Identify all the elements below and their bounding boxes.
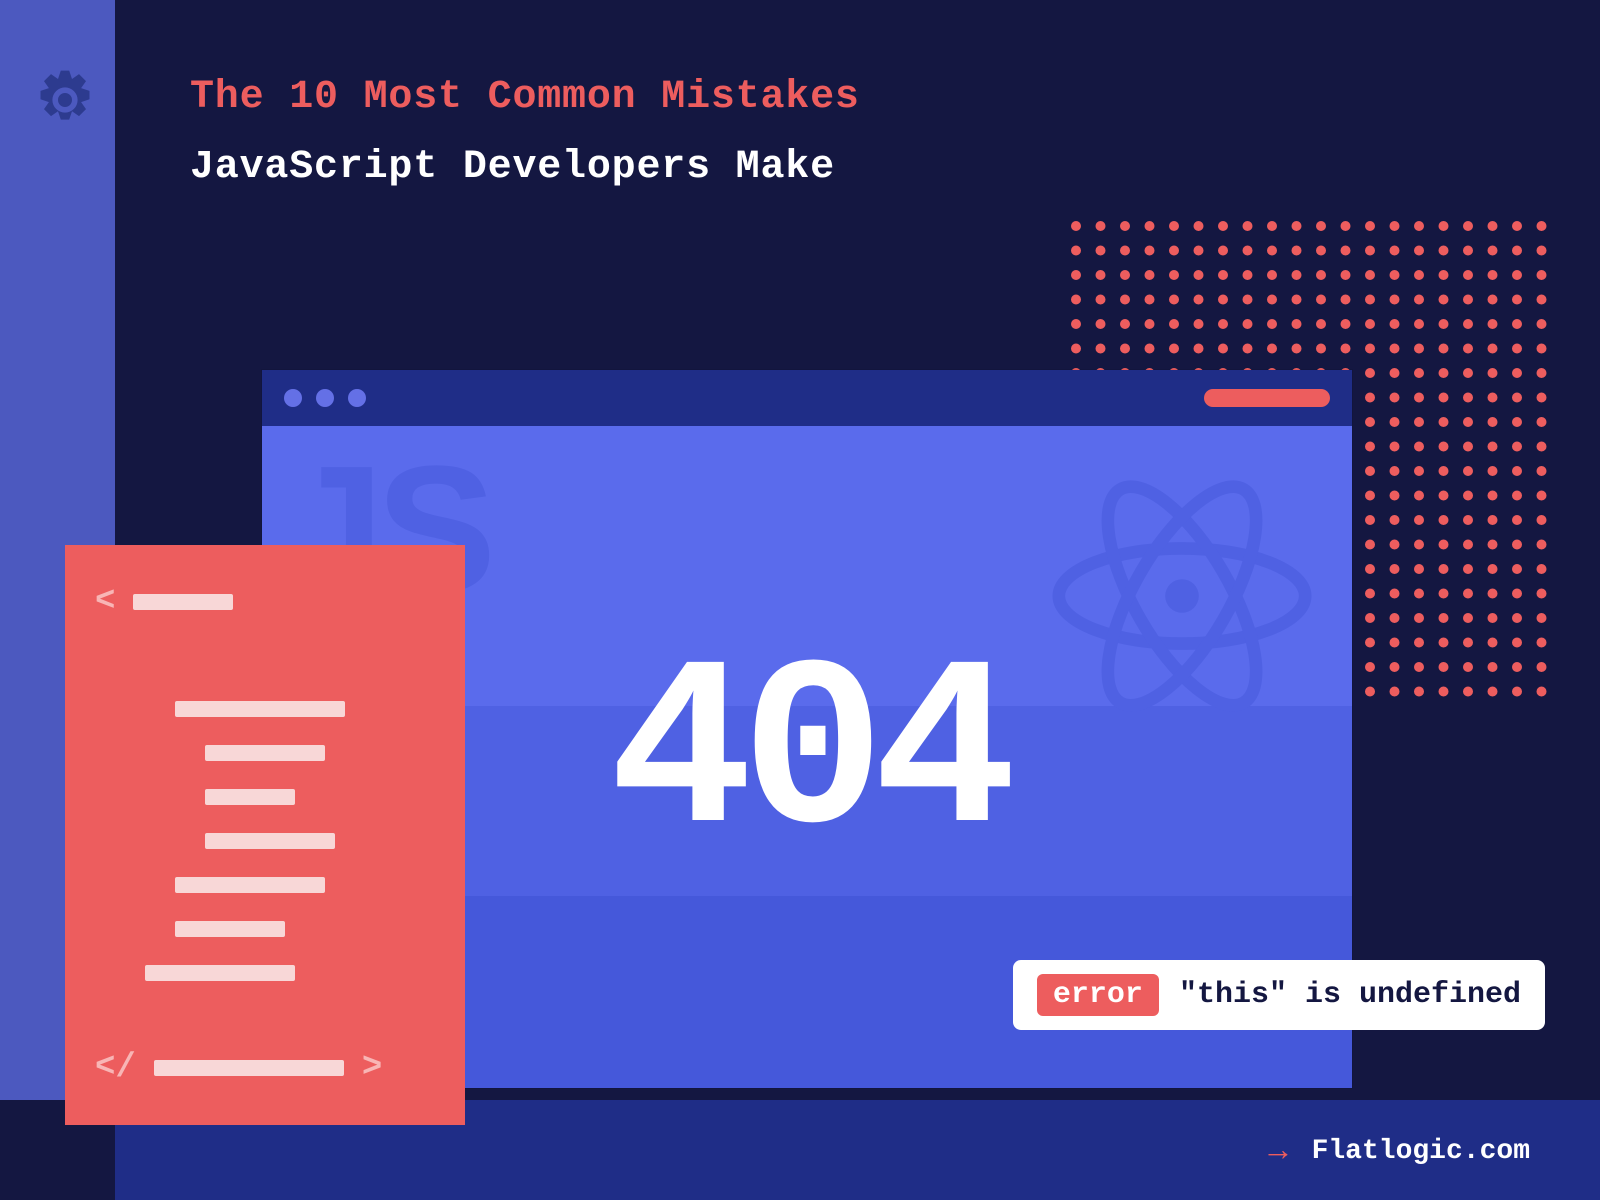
atom-icon xyxy=(1042,456,1322,736)
window-dot xyxy=(316,389,334,407)
title-line-1: The 10 Most Common Mistakes xyxy=(190,75,860,120)
error-code-404: 404 xyxy=(609,621,1005,893)
gear-icon xyxy=(30,65,100,135)
code-panel: < </ > xyxy=(65,545,465,1125)
code-bar xyxy=(205,789,295,805)
code-bar xyxy=(133,594,233,610)
titlebar-pill xyxy=(1204,389,1330,407)
bracket-close: </ xyxy=(95,1049,136,1087)
code-bar xyxy=(145,965,295,981)
window-dot xyxy=(348,389,366,407)
code-bar xyxy=(205,833,335,849)
code-close: </ > xyxy=(95,1049,435,1087)
code-body xyxy=(95,689,435,981)
error-badge: error xyxy=(1037,974,1159,1016)
code-bar xyxy=(205,745,325,761)
bracket-open: < xyxy=(95,583,115,621)
browser-titlebar xyxy=(262,370,1352,426)
code-bar xyxy=(175,921,285,937)
window-controls xyxy=(284,389,366,407)
window-dot xyxy=(284,389,302,407)
bracket-arrow: > xyxy=(362,1049,382,1087)
footer: → Flatlogic.com xyxy=(1268,1133,1530,1170)
code-bar xyxy=(175,701,345,717)
error-message-box: error "this" is undefined xyxy=(1013,960,1545,1030)
code-open: < xyxy=(95,583,435,621)
footer-site: Flatlogic.com xyxy=(1312,1136,1530,1167)
error-text: "this" is undefined xyxy=(1179,978,1521,1012)
code-bar xyxy=(175,877,325,893)
arrow-icon: → xyxy=(1268,1133,1287,1170)
code-bar xyxy=(154,1060,344,1076)
title-line-2: JavaScript Developers Make xyxy=(190,145,835,190)
